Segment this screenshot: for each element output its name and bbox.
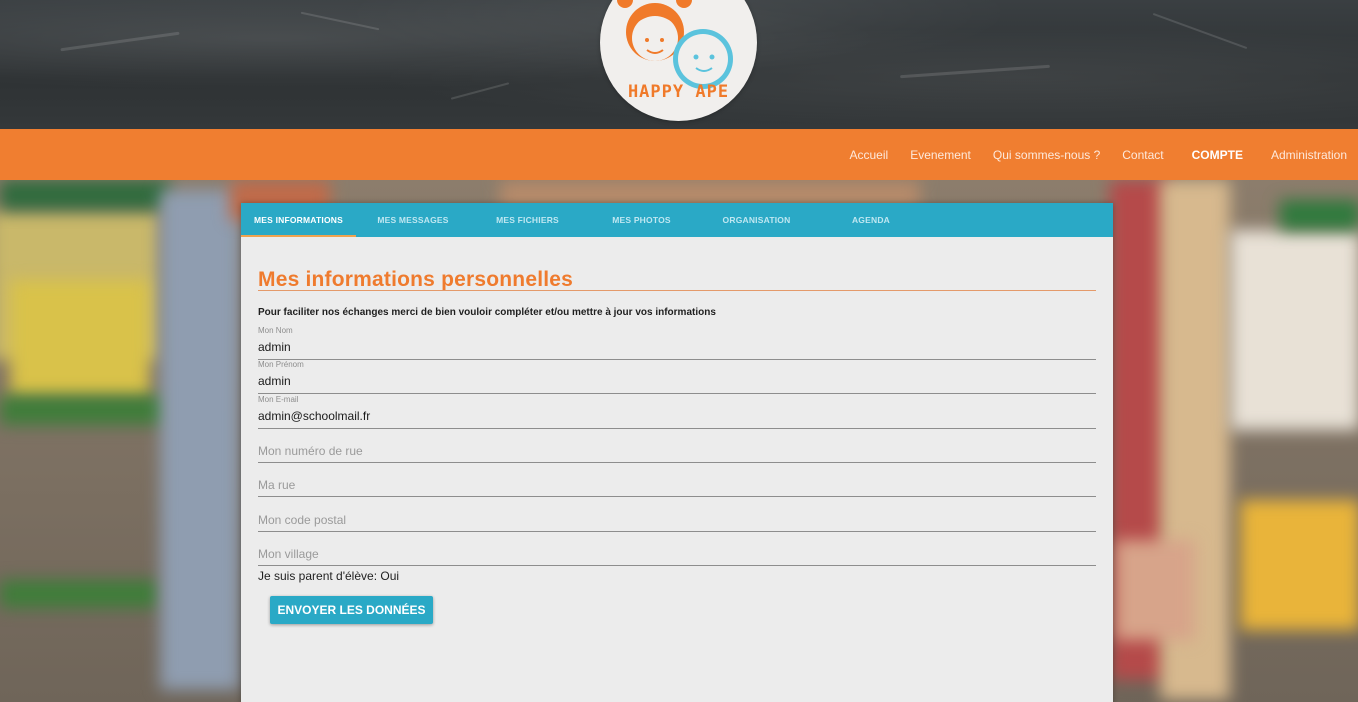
code-postal-placeholder: Mon code postal bbox=[258, 513, 347, 527]
prenom-label: Mon Prénom bbox=[258, 360, 304, 369]
rue-placeholder: Ma rue bbox=[258, 478, 296, 492]
chalk-mark bbox=[450, 82, 510, 100]
account-tabs: MES INFORMATIONS MES MESSAGES MES FICHIE… bbox=[241, 203, 1113, 237]
nav-links: Accueil Evenement Qui sommes-nous ? Cont… bbox=[828, 129, 1348, 180]
tab-mes-photos[interactable]: MES PHOTOS bbox=[585, 203, 698, 237]
title-divider bbox=[258, 290, 1096, 291]
nom-field[interactable]: Mon Nom admin bbox=[258, 326, 1096, 360]
nom-value[interactable]: admin bbox=[258, 340, 1096, 354]
kids-faces-icon bbox=[617, 0, 733, 89]
tab-agenda[interactable]: AGENDA bbox=[815, 203, 927, 237]
bg-shape bbox=[1240, 500, 1358, 630]
email-value[interactable]: admin@schoolmail.fr bbox=[258, 409, 1096, 423]
nom-label: Mon Nom bbox=[258, 326, 293, 335]
bg-shape bbox=[0, 580, 160, 608]
intro-text: Pour faciliter nos échanges merci de bie… bbox=[258, 307, 716, 318]
nav-item-compte[interactable]: COMPTE bbox=[1192, 148, 1243, 162]
tab-mes-fichiers[interactable]: MES FICHIERS bbox=[470, 203, 585, 237]
nav-item-qui-sommes-nous[interactable]: Qui sommes-nous ? bbox=[993, 148, 1100, 162]
nav-item-evenement[interactable]: Evenement bbox=[910, 148, 971, 162]
account-card: MES INFORMATIONS MES MESSAGES MES FICHIE… bbox=[241, 203, 1113, 702]
rue-field[interactable]: Ma rue bbox=[258, 463, 1096, 497]
tab-mes-informations[interactable]: MES INFORMATIONS bbox=[241, 203, 356, 237]
email-label: Mon E-mail bbox=[258, 395, 299, 404]
bg-shape bbox=[1230, 230, 1358, 430]
rue-numero-field[interactable]: Mon numéro de rue bbox=[258, 429, 1096, 463]
chalk-mark bbox=[1152, 12, 1248, 50]
rue-numero-placeholder: Mon numéro de rue bbox=[258, 444, 363, 458]
bg-shape bbox=[10, 280, 150, 400]
active-tab-indicator bbox=[241, 235, 356, 237]
parent-status-text: Je suis parent d'élève: Oui bbox=[258, 569, 400, 583]
bg-shape bbox=[1115, 540, 1195, 640]
chalk-mark bbox=[60, 31, 180, 52]
chalk-mark bbox=[300, 11, 380, 31]
main-navbar: Accueil Evenement Qui sommes-nous ? Cont… bbox=[0, 129, 1358, 180]
submit-button[interactable]: ENVOYER LES DONNÉES bbox=[270, 596, 433, 624]
logo-text: HAPPY APE bbox=[627, 82, 730, 102]
code-postal-field[interactable]: Mon code postal bbox=[258, 498, 1096, 532]
village-field[interactable]: Mon village bbox=[258, 532, 1096, 566]
village-placeholder: Mon village bbox=[258, 547, 319, 561]
nav-item-administration[interactable]: Administration bbox=[1271, 148, 1347, 162]
site-header: HAPPY APE bbox=[0, 0, 1358, 129]
page-title: Mes informations personnelles bbox=[258, 268, 574, 291]
bg-shape bbox=[1280, 200, 1358, 230]
bg-shape bbox=[0, 180, 170, 210]
site-logo[interactable]: HAPPY APE bbox=[600, 0, 757, 121]
prenom-field[interactable]: Mon Prénom admin bbox=[258, 360, 1096, 394]
tab-organisation[interactable]: ORGANISATION bbox=[698, 203, 815, 237]
nav-item-contact[interactable]: Contact bbox=[1122, 148, 1163, 162]
bg-shape bbox=[160, 190, 240, 690]
tab-mes-messages[interactable]: MES MESSAGES bbox=[356, 203, 470, 237]
email-field[interactable]: Mon E-mail admin@schoolmail.fr bbox=[258, 395, 1096, 429]
nav-item-accueil[interactable]: Accueil bbox=[850, 148, 889, 162]
chalk-mark bbox=[900, 64, 1050, 79]
prenom-value[interactable]: admin bbox=[258, 374, 1096, 388]
bg-shape bbox=[0, 395, 170, 425]
